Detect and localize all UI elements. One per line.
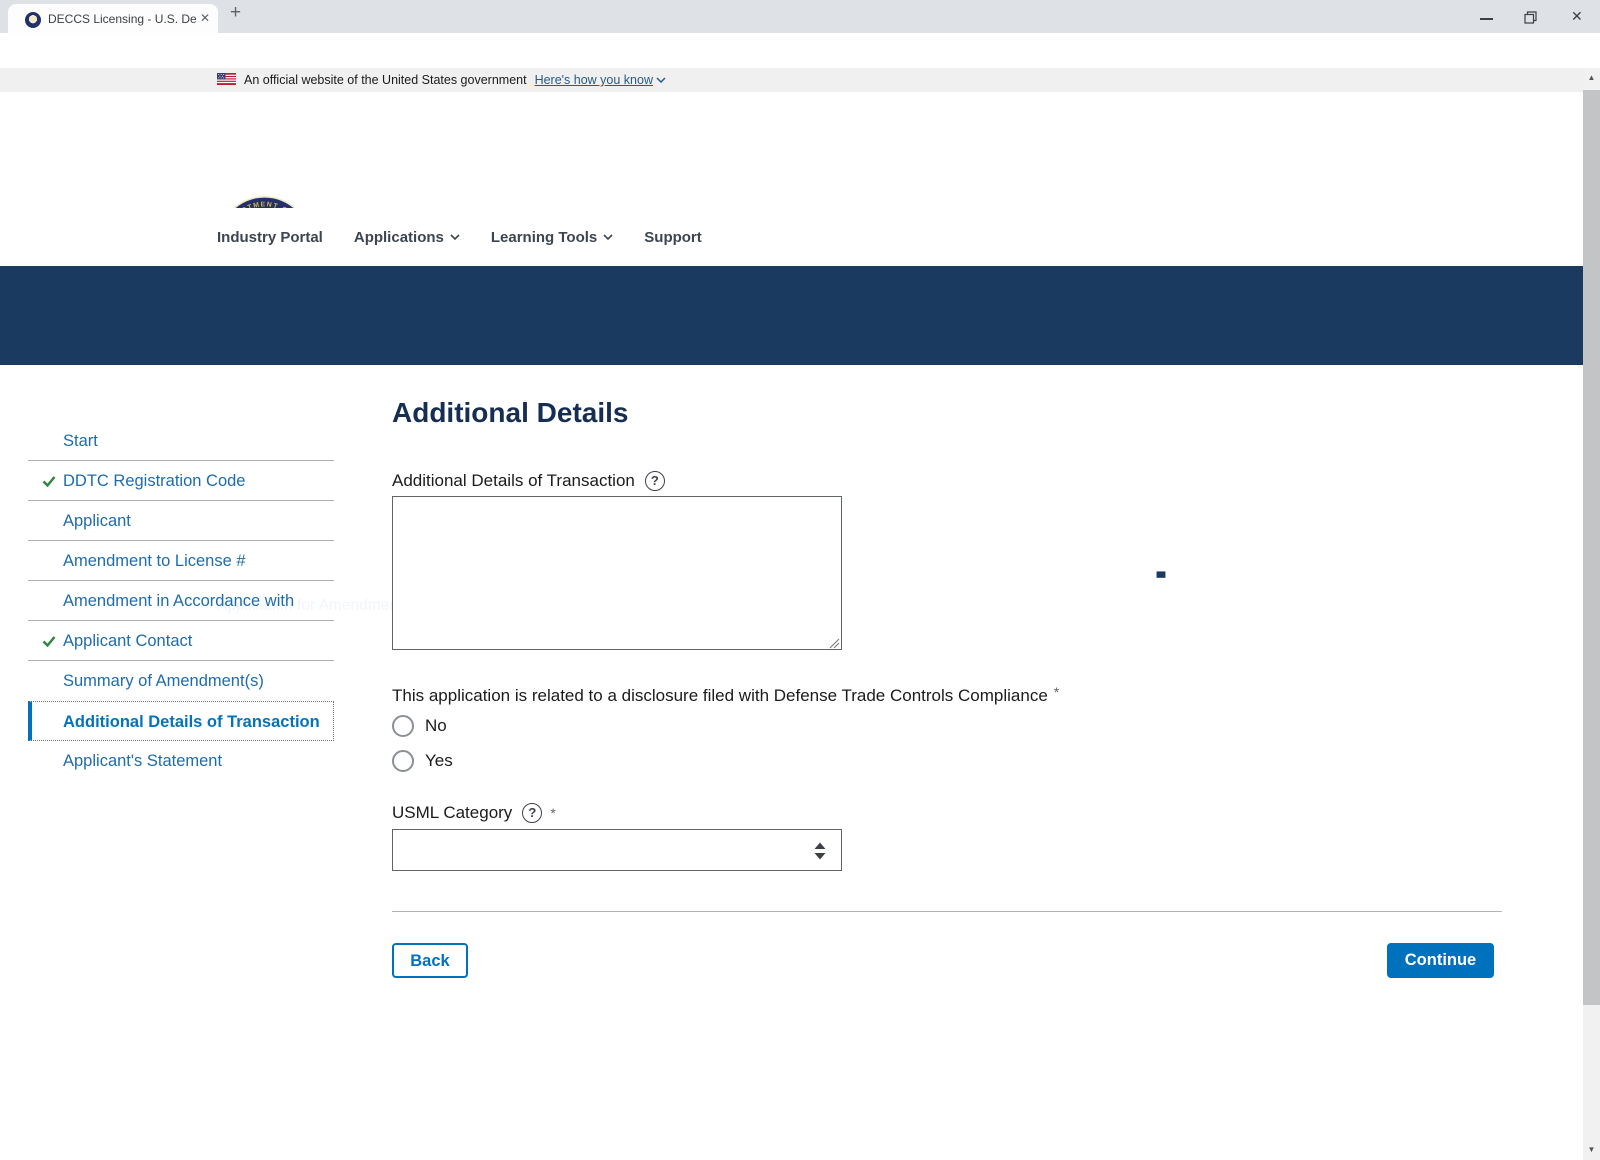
nav-learning-tools[interactable]: Learning Tools [491,229,613,246]
sidebar-item-amendment-to-license[interactable]: Amendment to License # [28,541,334,581]
radio-button-icon[interactable] [392,750,414,772]
sidebar-item-summary-of-amendments[interactable]: Summary of Amendment(s) [28,661,334,701]
check-icon [42,636,56,648]
usml-category-select[interactable] [392,829,842,871]
sidebar-item-start[interactable]: Start [28,421,334,461]
sidebar-item-amendment-in-accordance[interactable]: Amendment in Accordance with [28,581,334,621]
help-icon[interactable]: ? [644,471,665,491]
required-marker: * [550,805,556,821]
scrollbar-down-icon[interactable]: ▼ [1583,1142,1600,1158]
gov-banner: An official website of the United States… [0,68,1583,92]
scrollbar-up-icon[interactable]: ▲ [1583,70,1600,86]
help-icon[interactable]: ? [522,803,543,823]
check-icon [42,476,56,488]
radio-button-icon[interactable] [392,715,414,737]
page-title: Additional Details [392,397,629,428]
additional-details-textarea[interactable] [392,496,842,650]
nav-applications[interactable]: Applications [354,229,460,246]
validate-button[interactable]: Validate [1053,554,1125,607]
nav-industry-portal[interactable]: Industry Portal [217,229,323,246]
sidebar-item-applicant[interactable]: Applicant [28,501,334,541]
site-header: DEPARTMENT OF STATE UNITED STATES OF AME… [0,92,1583,290]
form-banner: DSP-6 Application for Amendment to a DSP… [0,266,1583,615]
sidebar-item-applicants-statement[interactable]: Applicant's Statement [28,741,334,781]
radio-option-yes[interactable]: Yes [392,750,453,772]
validate-icon [1077,557,1101,581]
chevron-down-icon [450,234,460,240]
sidebar-item-ddtc-registration-code[interactable]: DDTC Registration Code [28,461,334,501]
form-step-nav: Start DDTC Registration Code Applicant A… [28,421,334,781]
exit-icon [1301,558,1323,580]
section-divider [392,911,1502,912]
site-favicon-icon [25,12,41,28]
select-arrows-icon [814,842,826,860]
chevron-down-icon [603,234,613,240]
continue-button[interactable]: Continue [1387,943,1494,978]
gov-banner-text: An official website of the United States… [244,73,527,87]
required-marker: * [1053,684,1060,700]
sidebar-item-applicant-contact[interactable]: Applicant Contact [28,621,334,661]
new-tab-button[interactable]: + [230,2,241,24]
nav-support[interactable]: Support [644,229,702,246]
print-button[interactable]: Print [1125,554,1197,607]
radio-option-no[interactable]: No [392,715,447,737]
details-field-label: Additional Details of Transaction ? [392,471,665,491]
scrollbar-thumb[interactable] [1583,90,1600,1005]
save-button[interactable]: Save [980,554,1052,607]
tab-title: DECCS Licensing - U.S. Departme [48,12,196,26]
sidebar-item-additional-details-active[interactable]: Additional Details of Transaction [28,701,334,741]
usml-field-label: USML Category ? * [392,803,556,823]
exit-button[interactable]: Exit [1275,554,1347,607]
us-flag-icon [217,72,236,88]
browser-tab-strip: DECCS Licensing - U.S. Departme ✕ + ✕ [0,0,1600,33]
window-restore-icon[interactable] [1524,11,1537,29]
textarea-resize-handle[interactable] [828,637,840,649]
site-nav: Industry Portal Applications Learning To… [0,208,1583,266]
chevron-down-icon [656,77,666,83]
disclosure-question: This application is related to a disclos… [392,684,1060,705]
gov-banner-link[interactable]: Here's how you know [535,73,666,87]
browser-toolbar: ← → ⟳ deccs.test.pmddtc.state.gov/licens… [0,33,1600,97]
tab-close-icon[interactable]: ✕ [200,11,210,25]
window-close-icon[interactable]: ✕ [1571,8,1583,25]
window-minimize-icon[interactable] [1480,18,1493,20]
save-icon [1004,557,1028,581]
browser-tab[interactable]: DECCS Licensing - U.S. Departme ✕ [8,4,218,33]
back-button[interactable]: Back [392,943,468,978]
banner-divider [1240,549,1241,615]
print-icon [1149,557,1173,581]
